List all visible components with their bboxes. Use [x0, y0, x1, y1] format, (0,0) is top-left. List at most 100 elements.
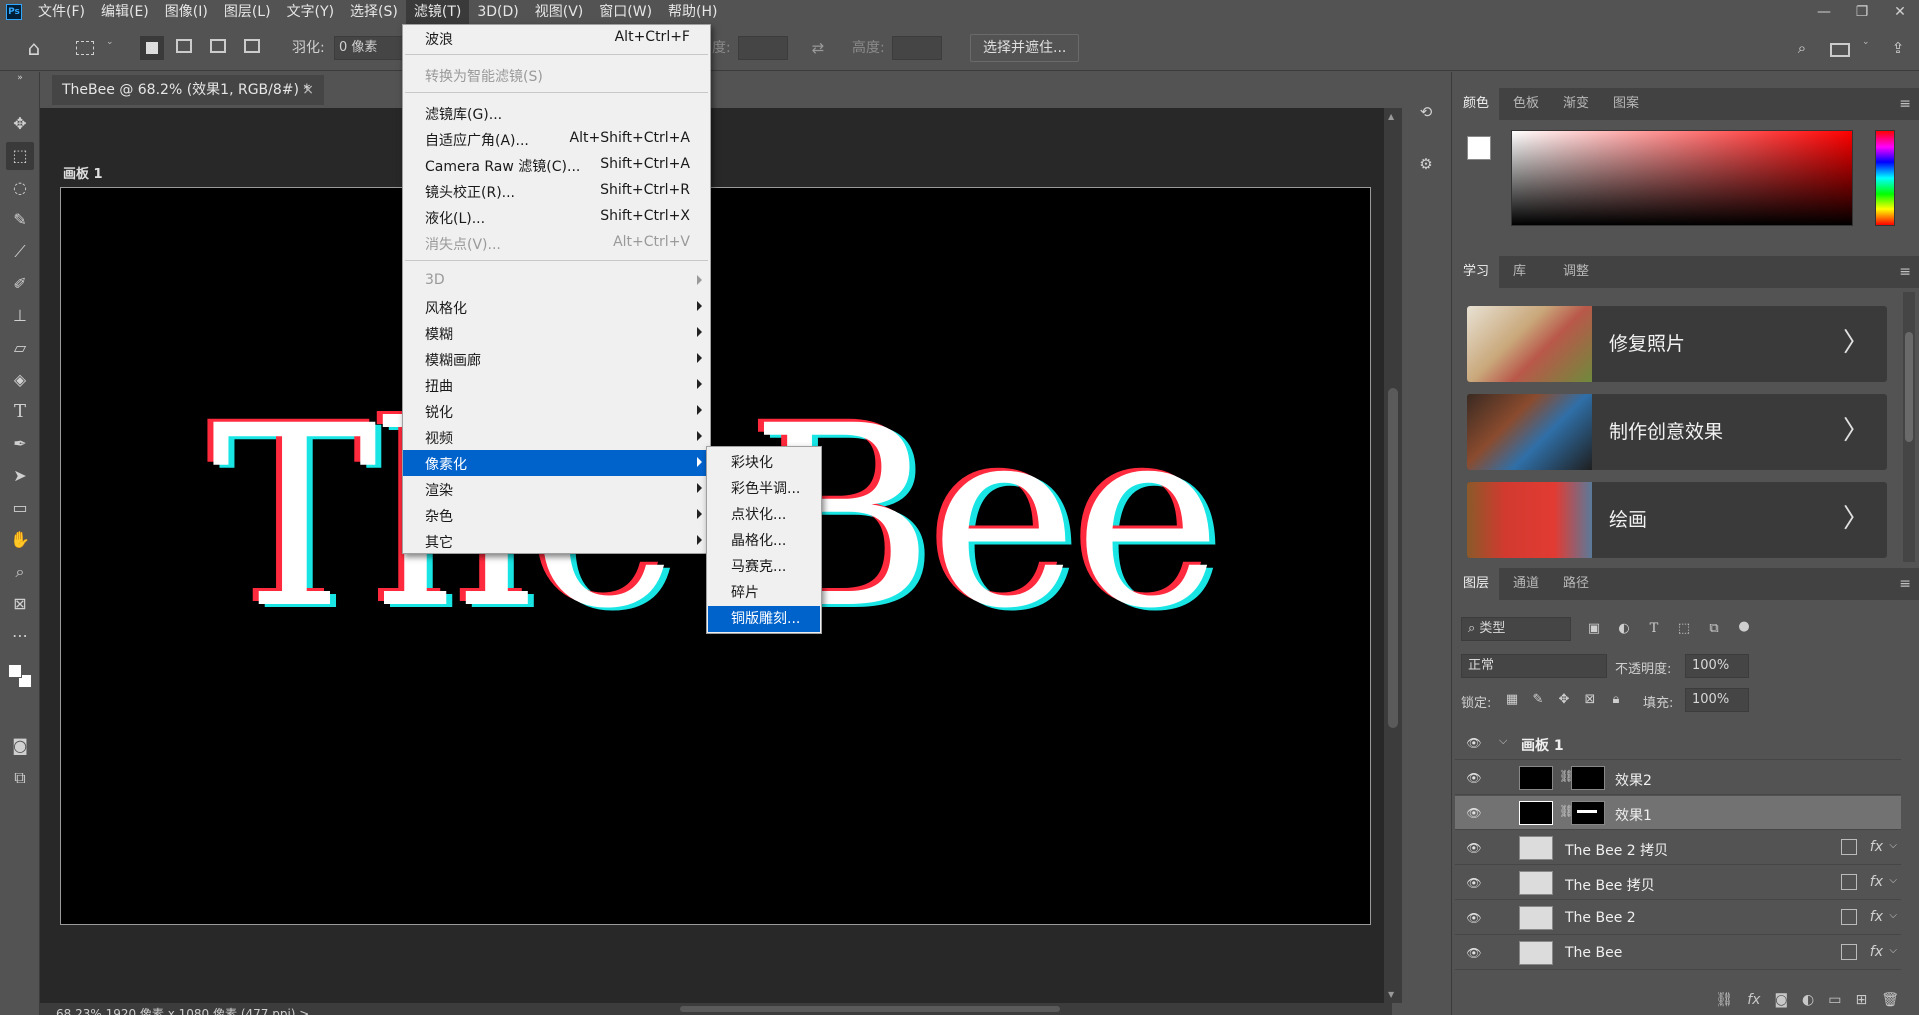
menu-select[interactable]: 选择(S): [342, 0, 406, 24]
screen-mode-icon[interactable]: ⧉: [6, 764, 34, 792]
restore-button[interactable]: ❐: [1843, 0, 1881, 24]
lock-artboard-icon[interactable]: ⊠: [1581, 691, 1599, 709]
color-swatches-tool[interactable]: [6, 662, 34, 690]
menu-edit[interactable]: 编辑(E): [93, 0, 157, 24]
width-input[interactable]: [738, 36, 788, 60]
layer-filter-kind-select[interactable]: ⌕ 类型: [1461, 617, 1571, 641]
visibility-eye-icon[interactable]: 👁︎: [1465, 839, 1483, 857]
collapse-icon[interactable]: »: [6, 72, 34, 84]
pen-tool-icon[interactable]: ✒: [6, 430, 34, 458]
filter-toggle-icon[interactable]: ●: [1735, 618, 1753, 636]
tab-adjustments[interactable]: 调整: [1553, 256, 1599, 288]
layer-row[interactable]: 👁︎ ⛓︎ 效果2: [1455, 761, 1901, 795]
eyedropper-tool-icon[interactable]: ⟋: [6, 238, 34, 266]
new-selection-button[interactable]: [140, 36, 164, 60]
hue-slider[interactable]: [1875, 130, 1895, 226]
link-layers-icon[interactable]: ⛓︎: [1715, 992, 1733, 1008]
visibility-eye-icon[interactable]: 👁︎: [1465, 909, 1483, 927]
menu-3d[interactable]: 3D(D): [469, 0, 526, 24]
filter-smart-object-icon[interactable]: ⧉: [1705, 620, 1723, 638]
marquee-tool-icon[interactable]: ⬚: [6, 142, 34, 170]
menu-item-lens-correction[interactable]: 镜头校正(R)... Shift+Ctrl+R: [403, 178, 710, 204]
tab-swatches[interactable]: 色板: [1503, 88, 1549, 120]
paint-bucket-tool-icon[interactable]: ◈: [6, 366, 34, 394]
lock-image-icon[interactable]: ✎: [1529, 691, 1547, 709]
filter-shape-icon[interactable]: ⬚: [1675, 620, 1693, 638]
artboard-tool-icon[interactable]: ⊠: [6, 590, 34, 618]
submenu-item-mezzotint[interactable]: 铜版雕刻...: [708, 606, 820, 632]
menu-layer[interactable]: 图层(L): [216, 0, 279, 24]
brush-tool-icon[interactable]: ✐: [6, 270, 34, 298]
photoshop-logo-icon[interactable]: Ps: [6, 4, 22, 20]
menu-item-sharpen[interactable]: 锐化: [403, 398, 710, 424]
marquee-preset-icon[interactable]: [76, 41, 94, 55]
fx-icon[interactable]: fx: [1870, 874, 1883, 890]
learn-card-creative-effects[interactable]: 制作创意效果 〉: [1467, 394, 1887, 470]
minimize-button[interactable]: —: [1805, 0, 1843, 24]
panel-menu-icon[interactable]: ≡: [1899, 576, 1911, 592]
chevron-down-icon[interactable]: ⌵: [1889, 840, 1897, 851]
menu-item-other[interactable]: 其它: [403, 528, 710, 554]
visibility-eye-icon[interactable]: 👁︎: [1465, 944, 1483, 962]
menu-image[interactable]: 图像(I): [157, 0, 216, 24]
lock-all-icon[interactable]: 🔒︎: [1607, 691, 1625, 709]
filter-type-icon[interactable]: T: [1645, 620, 1663, 638]
height-input[interactable]: [892, 36, 942, 60]
menu-type[interactable]: 文字(Y): [279, 0, 342, 24]
scroll-up-icon[interactable]: ▲: [1388, 112, 1394, 121]
foreground-color-swatch[interactable]: [1467, 136, 1491, 160]
new-layer-icon[interactable]: ⊞: [1855, 992, 1867, 1008]
menu-item-blur-gallery[interactable]: 模糊画廊: [403, 346, 710, 372]
menu-item-wave[interactable]: 波浪 Alt+Ctrl+F: [403, 25, 710, 51]
filter-adjustment-icon[interactable]: ◐: [1615, 620, 1633, 638]
visibility-eye-icon[interactable]: 👁︎: [1465, 874, 1483, 892]
submenu-item-pointillize[interactable]: 点状化...: [708, 502, 820, 528]
select-and-mask-button[interactable]: 选择并遮住...: [970, 34, 1080, 62]
layer-mask-thumbnail[interactable]: [1571, 801, 1605, 825]
tab-paths[interactable]: 路径: [1553, 568, 1599, 600]
quick-selection-tool-icon[interactable]: ✎: [6, 206, 34, 234]
properties-icon[interactable]: ⚙: [1414, 152, 1438, 176]
add-style-icon[interactable]: fx: [1747, 992, 1760, 1008]
layer-row[interactable]: 👁︎ The Bee 2 fx ⌵: [1455, 901, 1901, 935]
stamp-tool-icon[interactable]: ⊥: [6, 302, 34, 330]
feather-input[interactable]: 0 像素: [334, 36, 404, 60]
move-tool-icon[interactable]: ✥: [6, 110, 34, 138]
swap-icon[interactable]: ⇄: [806, 36, 830, 60]
chevron-down-icon[interactable]: ⌵: [1499, 734, 1507, 748]
layer-mask-thumbnail[interactable]: [1571, 766, 1605, 790]
learn-card-painting[interactable]: 绘画 〉: [1467, 482, 1887, 558]
menu-item-pixelate[interactable]: 像素化: [403, 450, 710, 476]
scroll-thumb[interactable]: [1388, 388, 1398, 728]
visibility-eye-icon[interactable]: 👁︎: [1465, 734, 1483, 752]
adjustment-layer-icon[interactable]: ◐: [1802, 992, 1814, 1008]
type-tool-icon[interactable]: T: [6, 398, 34, 426]
workspace-chevron-icon[interactable]: ⌄: [1862, 37, 1870, 47]
tab-color[interactable]: 颜色: [1453, 88, 1500, 120]
layer-row[interactable]: 👁︎ The Bee 2 拷贝 fx ⌵: [1455, 831, 1901, 865]
close-tab-icon[interactable]: ×: [302, 75, 314, 105]
scroll-down-icon[interactable]: ▼: [1388, 990, 1394, 999]
history-icon[interactable]: ⟲: [1414, 100, 1438, 124]
learn-card-fix-photos[interactable]: 修复照片 〉: [1467, 306, 1887, 382]
menu-item-stylize[interactable]: 风格化: [403, 294, 710, 320]
home-icon[interactable]: ⌂: [22, 36, 46, 60]
layer-row[interactable]: 👁︎ The Bee 拷贝 fx ⌵: [1455, 866, 1901, 900]
fx-icon[interactable]: fx: [1870, 909, 1883, 925]
menu-item-adaptive-wide-angle[interactable]: 自适应广角(A)... Alt+Shift+Ctrl+A: [403, 126, 710, 152]
submenu-item-crystallize[interactable]: 晶格化...: [708, 528, 820, 554]
layer-row-selected[interactable]: 👁︎ ⛓︎ 效果1: [1455, 796, 1901, 830]
hscroll-thumb[interactable]: [680, 1006, 1060, 1012]
tab-learn[interactable]: 学习: [1453, 256, 1500, 288]
path-selection-tool-icon[interactable]: ➤: [6, 462, 34, 490]
chevron-down-icon[interactable]: ⌄: [106, 37, 114, 47]
menu-item-camera-raw[interactable]: Camera Raw 滤镜(C)... Shift+Ctrl+A: [403, 152, 710, 178]
submenu-item-fragment[interactable]: 碎片: [708, 580, 820, 606]
submenu-item-mosaic[interactable]: 马赛克...: [708, 554, 820, 580]
tab-libraries[interactable]: 库: [1503, 256, 1536, 288]
hand-tool-icon[interactable]: ✋: [6, 526, 34, 554]
tab-gradients[interactable]: 渐变: [1553, 88, 1599, 120]
menu-item-blur[interactable]: 模糊: [403, 320, 710, 346]
more-tools-icon[interactable]: ⋯: [6, 622, 34, 650]
submenu-item-facet[interactable]: 彩块化: [708, 450, 820, 476]
